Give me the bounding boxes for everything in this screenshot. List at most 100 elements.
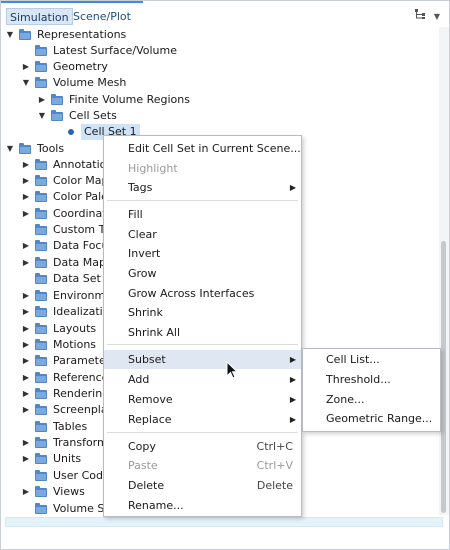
- tree-node-cell-sets[interactable]: ▼ Cell Sets: [1, 108, 431, 124]
- context-menu: Edit Cell Set in Current Scene... Highli…: [103, 135, 302, 517]
- collapsed-arrow-icon[interactable]: ▶: [21, 238, 31, 254]
- tree-label: Screenpla: [53, 403, 108, 416]
- collapsed-arrow-icon[interactable]: ▶: [21, 386, 31, 402]
- menu-item-grow[interactable]: Grow: [104, 264, 301, 283]
- folder-icon: [35, 290, 47, 301]
- submenu-item-cell-list[interactable]: Cell List...: [303, 350, 440, 370]
- tab-scene-plot[interactable]: Scene/Plot: [70, 8, 134, 25]
- collapsed-arrow-icon[interactable]: ▶: [21, 402, 31, 418]
- shortcut-label: Ctrl+C: [256, 440, 293, 453]
- collapsed-arrow-icon[interactable]: ▶: [21, 173, 31, 189]
- tree-label: Units: [53, 452, 82, 465]
- submenu-item-threshold[interactable]: Threshold...: [303, 370, 440, 390]
- collapsed-arrow-icon[interactable]: ▶: [21, 353, 31, 369]
- tree-label: Annotatio: [53, 158, 107, 171]
- tree-label: Data Focu: [53, 239, 109, 252]
- collapsed-arrow-icon[interactable]: ▶: [21, 206, 31, 222]
- tab-simulation[interactable]: Simulation: [6, 8, 73, 25]
- menu-item-label: Shrink All: [128, 326, 181, 339]
- menu-item-label: Paste: [128, 459, 158, 472]
- folder-icon: [35, 437, 47, 448]
- menu-item-label: Highlight: [128, 162, 178, 175]
- tree-label: User Code: [53, 469, 110, 482]
- menu-item-label: Add: [128, 373, 150, 386]
- tree-label: Idealizatio: [53, 305, 110, 318]
- folder-icon: [35, 503, 47, 514]
- tree-label: Layouts: [53, 322, 97, 335]
- collapsed-arrow-icon[interactable]: ▶: [21, 59, 31, 75]
- expand-arrow-icon[interactable]: ▼: [5, 141, 15, 157]
- collapsed-arrow-icon[interactable]: ▶: [21, 255, 31, 271]
- menu-item-label: Grow Across Interfaces: [128, 287, 255, 300]
- submenu-arrow-icon: ▶: [289, 183, 296, 192]
- collapsed-arrow-icon[interactable]: ▶: [21, 484, 31, 500]
- folder-icon: [51, 94, 63, 105]
- collapsed-arrow-icon[interactable]: ▶: [21, 157, 31, 173]
- menu-item-tags[interactable]: Tags ▶: [104, 178, 301, 197]
- expand-arrow-icon[interactable]: ▼: [5, 27, 15, 43]
- menu-separator: [107, 200, 298, 201]
- menu-item-invert[interactable]: Invert: [104, 244, 301, 263]
- menu-item-label: Copy: [128, 440, 156, 453]
- menu-item-label: Threshold...: [326, 373, 391, 386]
- menu-item-clear[interactable]: Clear: [104, 225, 301, 244]
- menu-item-label: Geometric Range...: [326, 412, 433, 425]
- folder-icon: [35, 404, 47, 415]
- tree-label: Volume Mesh: [53, 76, 127, 89]
- collapsed-arrow-icon[interactable]: ▶: [21, 321, 31, 337]
- tree-label: Environm: [53, 289, 106, 302]
- tree-label: Latest Surface/Volume: [53, 44, 178, 57]
- tree-node-geometry[interactable]: ▶ Geometry: [1, 59, 431, 75]
- menu-item-delete[interactable]: Delete Delete: [104, 476, 301, 495]
- menu-item-label: Grow: [128, 267, 157, 280]
- collapsed-arrow-icon[interactable]: ▶: [21, 370, 31, 386]
- menu-item-shrink[interactable]: Shrink: [104, 303, 301, 322]
- submenu-item-zone[interactable]: Zone...: [303, 390, 440, 410]
- menu-item-label: Clear: [128, 228, 157, 241]
- menu-item-label: Edit Cell Set in Current Scene...: [128, 142, 301, 155]
- hierarchy-icon[interactable]: [412, 8, 428, 25]
- collapsed-arrow-icon[interactable]: ▶: [21, 451, 31, 467]
- collapsed-arrow-icon[interactable]: ▶: [21, 337, 31, 353]
- tree-node-volume-mesh[interactable]: ▼ Volume Mesh: [1, 75, 431, 91]
- tree-label: Color Pale: [53, 190, 108, 203]
- folder-icon: [35, 191, 47, 202]
- folder-icon: [35, 61, 47, 72]
- tree-node-representations[interactable]: ▼ Representations: [1, 27, 431, 43]
- collapsed-arrow-icon[interactable]: ▶: [21, 189, 31, 205]
- collapsed-arrow-icon[interactable]: ▶: [21, 304, 31, 320]
- folder-icon: [35, 355, 47, 366]
- expand-arrow-icon[interactable]: ▼: [21, 75, 31, 91]
- menu-item-subset[interactable]: Subset ▶: [104, 350, 301, 369]
- tree-label: Color Map: [53, 174, 109, 187]
- tree-node-latest-surface-volume[interactable]: Latest Surface/Volume: [1, 43, 431, 59]
- menu-item-replace[interactable]: Replace ▶: [104, 410, 301, 429]
- submenu-item-geometric-range[interactable]: Geometric Range...: [303, 409, 440, 429]
- shortcut-label: Delete: [256, 479, 293, 492]
- tree-label: Representations: [37, 28, 127, 41]
- scrollbar-thumb[interactable]: [441, 241, 446, 513]
- menu-item-rename[interactable]: Rename...: [104, 496, 301, 515]
- collapsed-arrow-icon[interactable]: ▶: [21, 435, 31, 451]
- submenu-arrow-icon: ▶: [289, 355, 296, 364]
- collapsed-arrow-icon[interactable]: ▶: [21, 288, 31, 304]
- chevron-down-icon[interactable]: ▼: [430, 8, 444, 25]
- collapsed-arrow-icon[interactable]: ▶: [37, 92, 47, 108]
- folder-icon: [35, 372, 47, 383]
- tree-node-finite-volume-regions[interactable]: ▶ Finite Volume Regions: [1, 92, 431, 108]
- expand-arrow-icon[interactable]: ▼: [37, 108, 47, 124]
- menu-item-add[interactable]: Add ▶: [104, 370, 301, 389]
- menu-item-shrink-all[interactable]: Shrink All: [104, 323, 301, 342]
- menu-item-fill[interactable]: Fill: [104, 205, 301, 224]
- menu-item-edit-cell-set[interactable]: Edit Cell Set in Current Scene...: [104, 139, 301, 158]
- menu-item-remove[interactable]: Remove ▶: [104, 390, 301, 409]
- folder-icon: [35, 45, 47, 56]
- menu-item-label: Replace: [128, 413, 172, 426]
- menu-item-copy[interactable]: Copy Ctrl+C: [104, 437, 301, 456]
- menu-separator: [107, 432, 298, 433]
- menu-item-grow-across-interfaces[interactable]: Grow Across Interfaces: [104, 284, 301, 303]
- tree-label: Views: [53, 485, 85, 498]
- menu-item-label: Cell List...: [326, 353, 380, 366]
- menu-item-paste: Paste Ctrl+V: [104, 456, 301, 475]
- status-strip: [5, 517, 443, 527]
